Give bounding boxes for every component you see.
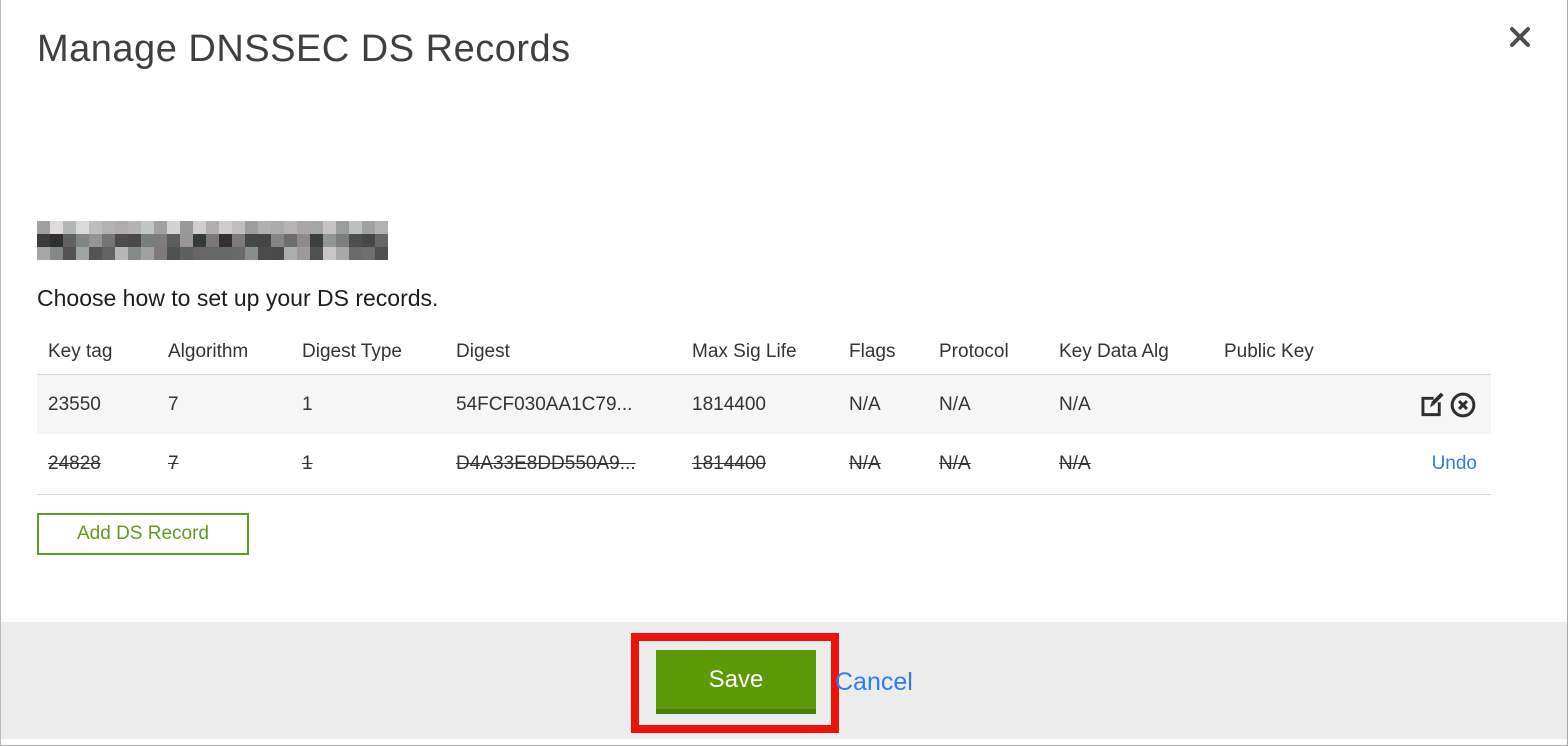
ds-records-table: Key tag Algorithm Digest Type Digest Max… <box>37 330 1491 495</box>
cancel-link[interactable]: Cancel <box>835 668 913 697</box>
column-header-protocol: Protocol <box>939 341 1009 362</box>
redacted-domain-name <box>37 221 388 260</box>
annotation-highlight-box: Save <box>631 633 839 733</box>
key-data-alg-value: N/A <box>1059 453 1091 474</box>
table-row: 23550 7 1 54FCF030AA1C79... 1814400 N/A … <box>37 374 1491 434</box>
table-row-deleted: 24828 7 1 D4A33E8DD550A9... 1814400 N/A … <box>37 434 1491 495</box>
key-data-alg-value: N/A <box>1059 393 1091 415</box>
dnssec-ds-records-dialog: Manage DNSSEC DS Records Choose how to s… <box>0 0 1568 746</box>
save-button[interactable]: Save <box>656 650 816 714</box>
key-tag-value: 24828 <box>48 453 101 474</box>
table-header-row: Key tag Algorithm Digest Type Digest Max… <box>37 330 1491 374</box>
algorithm-value: 7 <box>168 393 179 415</box>
column-header-digest-type: Digest Type <box>302 341 402 362</box>
add-ds-record-button[interactable]: Add DS Record <box>37 513 249 555</box>
algorithm-value: 7 <box>168 453 179 474</box>
digest-type-value: 1 <box>302 453 313 474</box>
column-header-key-data-alg: Key Data Alg <box>1059 341 1169 362</box>
dialog-title: Manage DNSSEC DS Records <box>37 28 571 70</box>
flags-value: N/A <box>849 453 881 474</box>
edit-record-icon[interactable] <box>1418 391 1446 419</box>
ds-records-instruction: Choose how to set up your DS records. <box>37 285 439 311</box>
digest-value: 54FCF030AA1C79... <box>456 393 633 415</box>
digest-type-value: 1 <box>302 393 313 415</box>
protocol-value: N/A <box>939 453 971 474</box>
column-header-flags: Flags <box>849 341 896 362</box>
undo-link[interactable]: Undo <box>1432 453 1477 475</box>
max-sig-life-value: 1814400 <box>692 393 766 415</box>
close-icon[interactable] <box>1507 24 1533 50</box>
key-tag-value: 23550 <box>48 393 101 415</box>
flags-value: N/A <box>849 393 881 415</box>
dialog-footer: Save Cancel <box>1 622 1567 739</box>
max-sig-life-value: 1814400 <box>692 453 766 474</box>
protocol-value: N/A <box>939 393 971 415</box>
delete-record-icon[interactable] <box>1449 391 1477 419</box>
digest-value: D4A33E8DD550A9... <box>456 453 636 474</box>
column-header-key-tag: Key tag <box>48 341 113 362</box>
column-header-algorithm: Algorithm <box>168 341 249 362</box>
column-header-public-key: Public Key <box>1224 341 1314 362</box>
column-header-digest: Digest <box>456 341 510 362</box>
column-header-max-sig-life: Max Sig Life <box>692 341 797 362</box>
